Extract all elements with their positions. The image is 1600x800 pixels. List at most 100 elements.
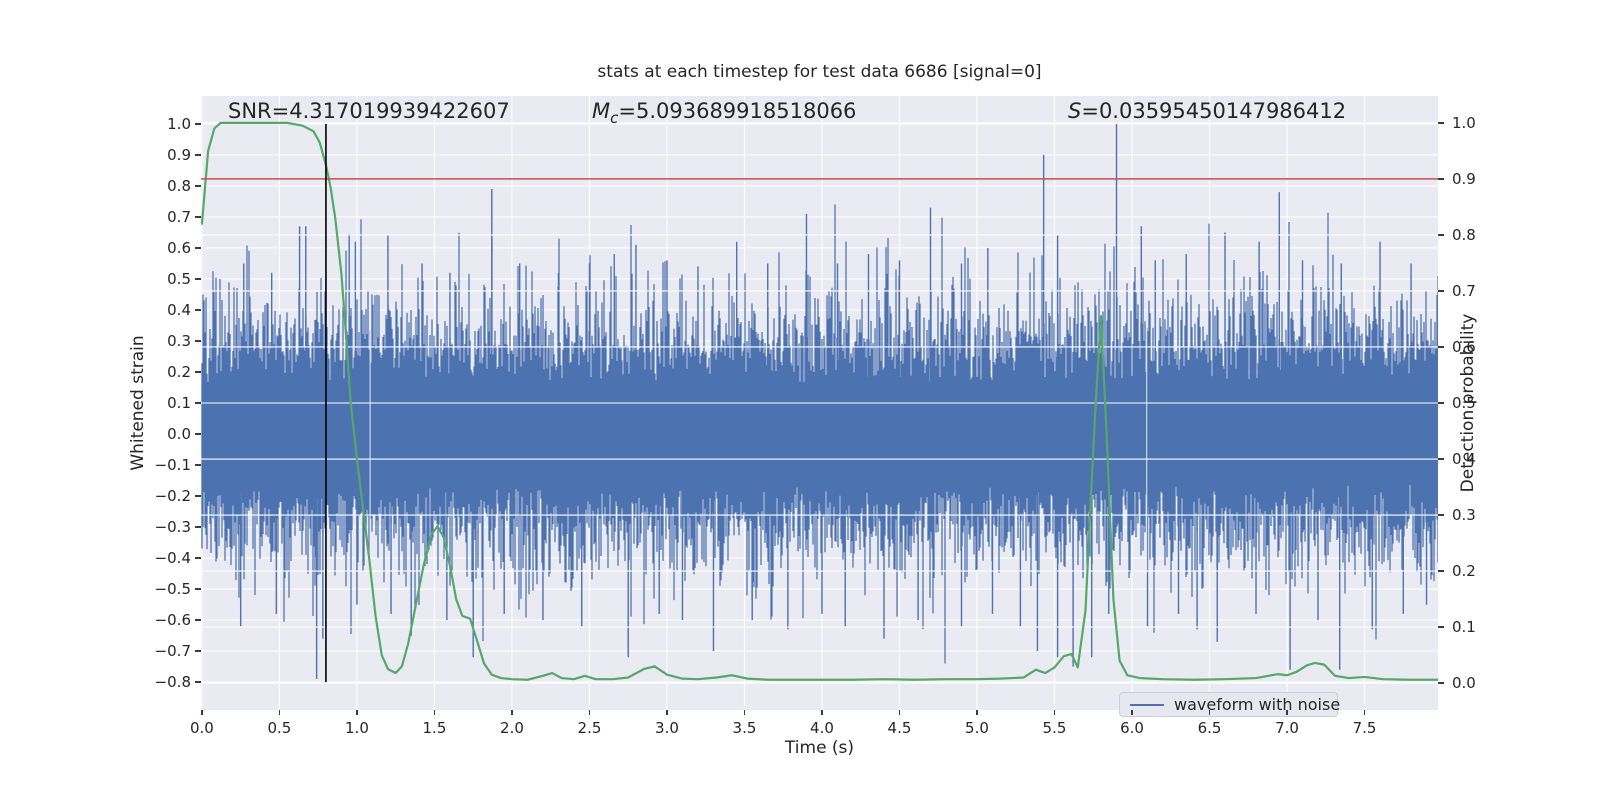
y-left-tick-label: 0.2 (167, 362, 191, 381)
x-axis-label: Time (s) (784, 738, 855, 758)
plot-canvas (201, 96, 1438, 710)
x-tick-mark (898, 710, 901, 715)
y-left-tick-mark (195, 185, 201, 187)
y-right-tick-mark (1438, 682, 1444, 684)
y-left-tick-label: −0.5 (154, 580, 191, 599)
y-left-tick-mark (195, 371, 201, 373)
y-left-tick-mark (195, 433, 201, 435)
x-tick-label: 0.0 (189, 719, 214, 737)
figure: { "figure": { "title": "stats at each ti… (0, 0, 1600, 800)
y-left-tick-mark (195, 526, 201, 528)
annotation-chirp-mass: Mc=5.093689918518066 (592, 99, 857, 128)
x-tick-mark (356, 710, 358, 715)
y-right-tick-label: 0.2 (1452, 562, 1476, 581)
y-left-tick-label: 0.0 (167, 425, 191, 443)
y-left-tick-mark (195, 247, 201, 249)
y-right-tick-label: 0.9 (1452, 169, 1476, 188)
x-tick-label: 7.0 (1275, 719, 1299, 737)
y-left-tick-mark (195, 681, 201, 683)
x-tick-mark (1208, 710, 1211, 715)
y-right-tick-label: 0.3 (1452, 506, 1476, 525)
y-left-tick-label: 0.9 (167, 145, 191, 164)
y-right-tick-mark (1438, 234, 1444, 236)
x-tick-label: 4.5 (887, 719, 912, 737)
y-left-tick-mark (195, 464, 201, 466)
x-tick-label: 2.5 (577, 719, 602, 737)
x-tick-mark (821, 710, 823, 715)
y-left-tick-mark (195, 154, 201, 156)
y-left-tick-label: 0.5 (167, 269, 191, 288)
x-tick-mark (743, 710, 746, 715)
y-right-tick-mark (1438, 570, 1444, 572)
legend: waveform with noise (1119, 692, 1341, 717)
y-left-tick-mark (195, 557, 201, 559)
y-right-tick-label: 0.7 (1452, 281, 1476, 300)
y-left-tick-mark (195, 278, 201, 280)
x-tick-label: 3.0 (655, 719, 679, 737)
x-tick-mark (976, 710, 978, 715)
x-tick-mark (588, 710, 591, 715)
legend-label: waveform with noise (1174, 695, 1341, 714)
x-tick-label: 0.5 (267, 719, 292, 737)
y-right-tick-mark (1438, 402, 1444, 404)
y-left-tick-label: −0.4 (154, 549, 191, 568)
y-left-tick-mark (195, 650, 201, 652)
y-right-tick-label: 0.0 (1452, 674, 1476, 693)
y-left-tick-label: −0.6 (154, 611, 191, 630)
annotation-score: S=0.03595450147986412 (1068, 99, 1347, 123)
y-right-tick-label: 0.8 (1452, 225, 1476, 244)
x-tick-mark (511, 710, 513, 715)
y-right-tick-mark (1438, 626, 1444, 628)
y-left-tick-label: 0.1 (167, 394, 191, 412)
y-left-tick-label: −0.2 (154, 487, 191, 506)
y-left-tick-label: −0.1 (154, 456, 191, 475)
y-left-tick-mark (195, 402, 201, 404)
y-right-tick-mark (1438, 458, 1444, 460)
legend-line-sample (1130, 703, 1164, 706)
y-left-tick-label: 0.4 (167, 300, 191, 319)
y-right-tick-label: 0.1 (1452, 618, 1476, 637)
x-tick-mark (666, 710, 668, 715)
x-tick-label: 5.5 (1042, 719, 1067, 737)
y-left-tick-label: −0.8 (154, 673, 191, 692)
y-right-tick-mark (1438, 178, 1444, 180)
y-right-tick-mark (1438, 514, 1444, 516)
plot-area (201, 96, 1438, 710)
y-left-tick-mark (195, 619, 201, 621)
x-tick-mark (1053, 710, 1056, 715)
x-tick-label: 6.5 (1197, 719, 1222, 737)
y-left-tick-label: −0.7 (154, 642, 191, 661)
x-tick-mark (433, 710, 436, 715)
y-left-tick-mark (195, 309, 201, 311)
y-right-tick-label: 0.6 (1452, 337, 1476, 356)
y-right-tick-mark (1438, 346, 1444, 348)
y-left-tick-label: 0.3 (167, 331, 191, 350)
x-tick-label: 5.0 (965, 719, 989, 737)
y-left-tick-mark (195, 340, 201, 342)
x-tick-mark (201, 710, 203, 715)
x-tick-label: 3.5 (732, 719, 757, 737)
y-left-tick-label: 0.8 (167, 176, 191, 195)
grid-lines-over (201, 122, 1438, 684)
x-tick-label: 2.0 (500, 719, 524, 737)
y-right-tick-mark (1438, 290, 1444, 292)
x-tick-label: 6.0 (1120, 719, 1144, 737)
y-right-tick-label: 0.4 (1452, 450, 1476, 469)
x-tick-mark (1363, 710, 1366, 715)
y-right-tick-mark (1438, 122, 1444, 124)
x-tick-label: 1.0 (345, 719, 369, 737)
y-left-tick-mark (195, 123, 201, 125)
y-right-tick-label: 0.5 (1452, 394, 1476, 412)
x-tick-label: 4.0 (810, 719, 834, 737)
y-left-tick-mark (195, 495, 201, 497)
y-left-tick-label: −0.3 (154, 518, 191, 537)
x-tick-mark (278, 710, 281, 715)
x-tick-mark (1131, 710, 1133, 715)
x-tick-label: 1.5 (422, 719, 447, 737)
x-tick-label: 7.5 (1352, 719, 1377, 737)
y-left-tick-label: 0.7 (167, 207, 191, 226)
annotation-snr: SNR=4.317019939422607 (228, 99, 510, 123)
y-left-tick-mark (195, 216, 201, 218)
y-left-tick-label: 0.6 (167, 238, 191, 257)
y-left-tick-label: 1.0 (167, 114, 191, 133)
